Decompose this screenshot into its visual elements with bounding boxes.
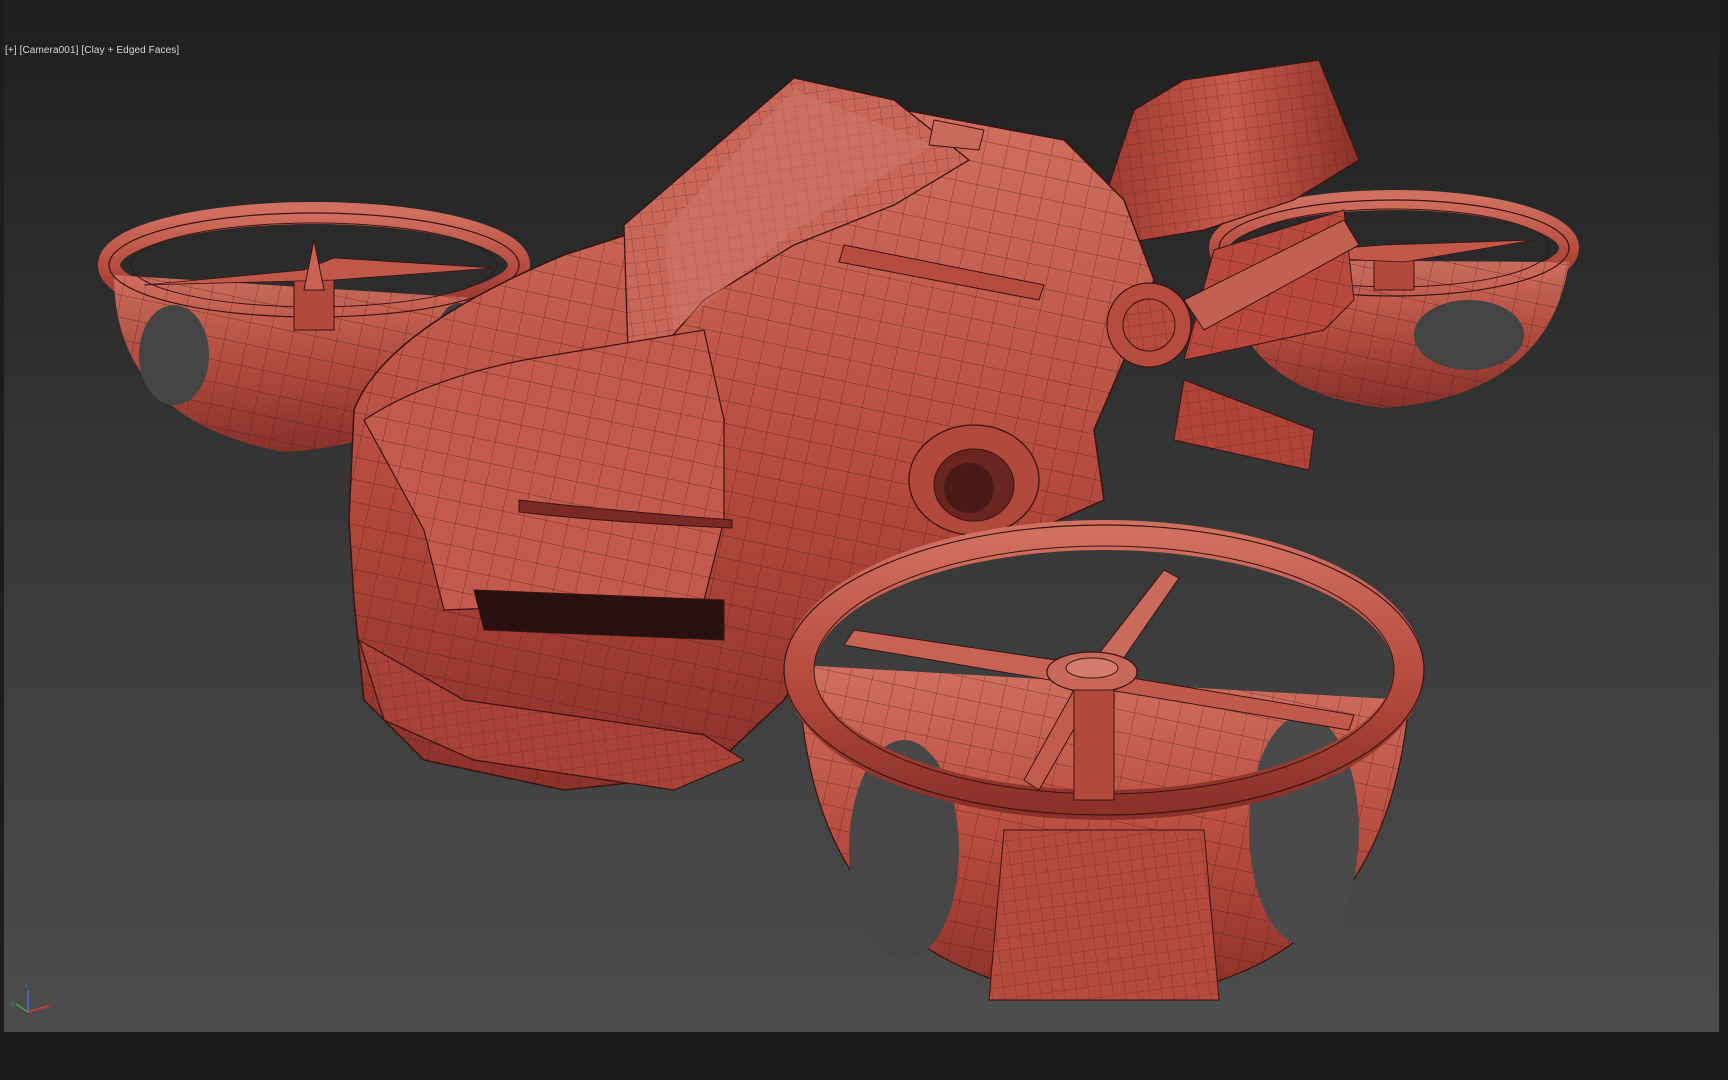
axis-tripod-icon: z x y [11, 984, 51, 1013]
bottom-bar [0, 1032, 1728, 1080]
rotor-front-right[interactable] [783, 520, 1425, 1001]
viewport-camera001[interactable]: [+] [Camera001] [Clay + Edged Faces] z x… [4, 0, 1719, 1032]
drone-model[interactable] [4, 0, 1719, 1032]
axis-z-label: z [25, 984, 28, 990]
axis-y-label: y [11, 1001, 14, 1007]
axis-x-label: x [48, 1003, 51, 1009]
